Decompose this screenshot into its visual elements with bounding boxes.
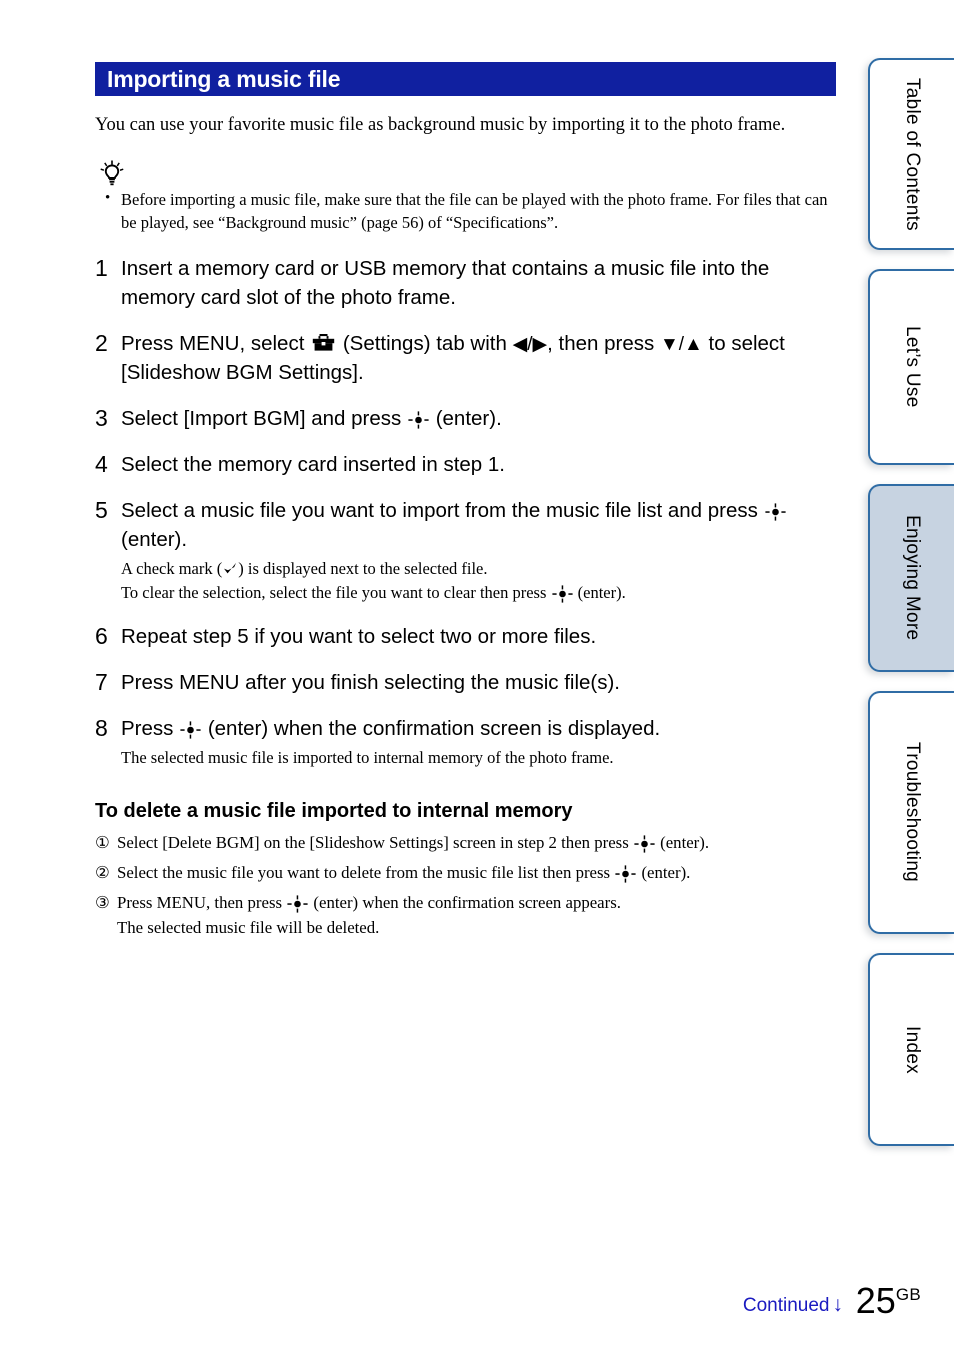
delete-step-text-part: Press MENU, then press	[117, 893, 283, 912]
delete-step-text-part: (enter) when the confirmation screen app…	[313, 893, 621, 912]
sidebar-tab-index[interactable]: Index	[868, 953, 954, 1146]
delete-steps-list: ① Select [Delete BGM] on the [Slideshow …	[95, 830, 840, 940]
delete-step-note: The selected music file will be deleted.	[117, 918, 380, 937]
step-number: 7	[95, 669, 108, 695]
delete-step-text: Select [Delete BGM] on the [Slideshow Se…	[117, 830, 840, 855]
step-number: 3	[95, 405, 108, 431]
enter-button-icon	[180, 720, 201, 739]
step-subtext-part: (enter).	[577, 583, 626, 602]
step-text-part: Select [Import BGM] and press	[121, 407, 402, 430]
sidebar-tab-table-of-contents[interactable]: Table of Contents	[868, 58, 954, 250]
step-number: 1	[95, 255, 108, 281]
step-text: Press (enter) when the confirmation scre…	[121, 714, 833, 743]
enter-button-icon	[551, 585, 573, 603]
step-text-part: (enter).	[435, 407, 502, 430]
step-5: 5 Select a music file you want to import…	[95, 496, 840, 605]
content-column: Importing a music file You can use your …	[95, 62, 840, 945]
tab-label: Index	[902, 1025, 923, 1074]
step-4: 4 Select the memory card inserted in ste…	[95, 450, 840, 479]
step-number: 5	[95, 497, 108, 523]
step-text: Insert a memory card or USB memory that …	[121, 257, 770, 309]
manual-page: Importing a music file You can use your …	[0, 0, 954, 1352]
tip-list: Before importing a music file, make sure…	[95, 187, 840, 234]
delete-step-text: Press MENU, then press (enter) when the …	[117, 890, 840, 940]
delete-step-1: ① Select [Delete BGM] on the [Slideshow …	[95, 830, 840, 855]
delete-music-section: To delete a music file imported to inter…	[95, 798, 840, 940]
delete-step-text-part: (enter).	[660, 833, 710, 852]
down-arrow-icon: ↓	[832, 1293, 844, 1316]
circled-number-1: ①	[95, 833, 110, 852]
check-mark-icon	[224, 562, 237, 574]
step-text: Select [Import BGM] and press (enter).	[121, 404, 833, 433]
step-text: Select a music file you want to import f…	[121, 496, 833, 554]
down-up-arrow-icon: ▼/▲	[659, 334, 703, 355]
step-2: 2 Press MENU, select (Settings) tab with	[95, 329, 840, 387]
delete-step-3: ③ Press MENU, then press (enter) when th…	[95, 890, 840, 940]
intro-paragraph: You can use your favorite music file as …	[95, 115, 786, 135]
circled-number-3: ③	[95, 893, 110, 912]
left-right-arrow-icon: ◀/▶	[512, 334, 548, 355]
step-6: 6 Repeat step 5 if you want to select tw…	[95, 622, 840, 651]
steps-list: 1 Insert a memory card or USB memory tha…	[95, 254, 840, 770]
settings-toolbox-icon	[312, 334, 335, 351]
step-text-part: (Settings) tab with	[342, 332, 507, 355]
tab-label: Enjoying More	[902, 515, 923, 641]
page-number-suffix: GB	[895, 1285, 921, 1304]
sidebar-tab-enjoying-more[interactable]: Enjoying More	[868, 484, 954, 672]
tip-block: Before importing a music file, make sure…	[95, 160, 840, 234]
step-text-part: (enter) when the confirmation screen is …	[207, 717, 661, 740]
step-text: Repeat step 5 if you want to select two …	[121, 625, 597, 648]
step-subtext-part: To clear the selection, select the file …	[121, 583, 547, 602]
enter-button-icon	[615, 865, 636, 883]
step-text: Press MENU after you finish selecting th…	[121, 671, 620, 694]
step-subtext: A check mark ( ) is displayed next to the…	[121, 557, 833, 605]
circled-number-2: ②	[95, 863, 110, 882]
step-number: 2	[95, 330, 108, 356]
step-text-part: Press MENU, select	[121, 332, 305, 355]
step-7: 7 Press MENU after you finish selecting …	[95, 668, 840, 697]
sidebar-tab-troubleshooting[interactable]: Troubleshooting	[868, 691, 954, 934]
step-text-part: , then press	[547, 332, 655, 355]
step-text: Select the memory card inserted in step …	[121, 453, 505, 476]
continued-link[interactable]: Continued ↓	[743, 1293, 843, 1317]
step-subtext-part: A check mark (	[121, 559, 223, 578]
section-heading: To delete a music file imported to inter…	[95, 800, 573, 822]
side-tab-navigation: Table of Contents Let’s Use Enjoying Mor…	[868, 58, 954, 1165]
enter-button-icon	[287, 895, 308, 913]
step-text-part: Select a music file you want to import f…	[121, 499, 758, 522]
step-subtext-part: ) is displayed next to the selected file…	[238, 559, 488, 578]
continued-label: Continued	[742, 1295, 830, 1316]
step-8: 8 Press (enter) when the confirmation sc…	[95, 714, 840, 770]
lightbulb-tip-icon	[100, 160, 124, 186]
delete-step-text-part: (enter).	[641, 863, 691, 882]
enter-button-icon	[634, 835, 655, 853]
tab-label: Let’s Use	[902, 326, 923, 408]
step-subtext: The selected music file is imported to i…	[121, 748, 614, 767]
enter-button-icon	[764, 502, 786, 521]
page-number: 25GB	[856, 1280, 921, 1321]
step-text-part: Press	[121, 717, 174, 740]
tab-label: Table of Contents	[902, 77, 923, 231]
step-text-part: (enter).	[121, 528, 188, 551]
page-title-bar: Importing a music file	[95, 62, 836, 96]
step-text: Press MENU, select (Settings) tab with ◀…	[121, 329, 833, 387]
delete-step-2: ② Select the music file you want to dele…	[95, 860, 840, 885]
step-number: 6	[95, 623, 108, 649]
tab-label: Troubleshooting	[902, 742, 923, 883]
page-footer: Continued ↓ 25GB	[743, 1277, 921, 1321]
step-1: 1 Insert a memory card or USB memory tha…	[95, 254, 840, 312]
step-number: 4	[95, 451, 108, 477]
delete-step-text-part: Select the music file you want to delete…	[117, 863, 611, 882]
enter-button-icon	[408, 410, 429, 429]
page-number-value: 25	[855, 1280, 896, 1321]
sidebar-tab-lets-use[interactable]: Let’s Use	[868, 269, 954, 465]
delete-step-text-part: Select [Delete BGM] on the [Slideshow Se…	[117, 833, 629, 852]
step-3: 3 Select [Import BGM] and press (enter).	[95, 404, 840, 433]
delete-step-text: Select the music file you want to delete…	[117, 860, 840, 885]
page-title: Importing a music file	[107, 65, 341, 92]
tip-item: Before importing a music file, make sure…	[95, 187, 835, 234]
step-number: 8	[95, 715, 108, 741]
